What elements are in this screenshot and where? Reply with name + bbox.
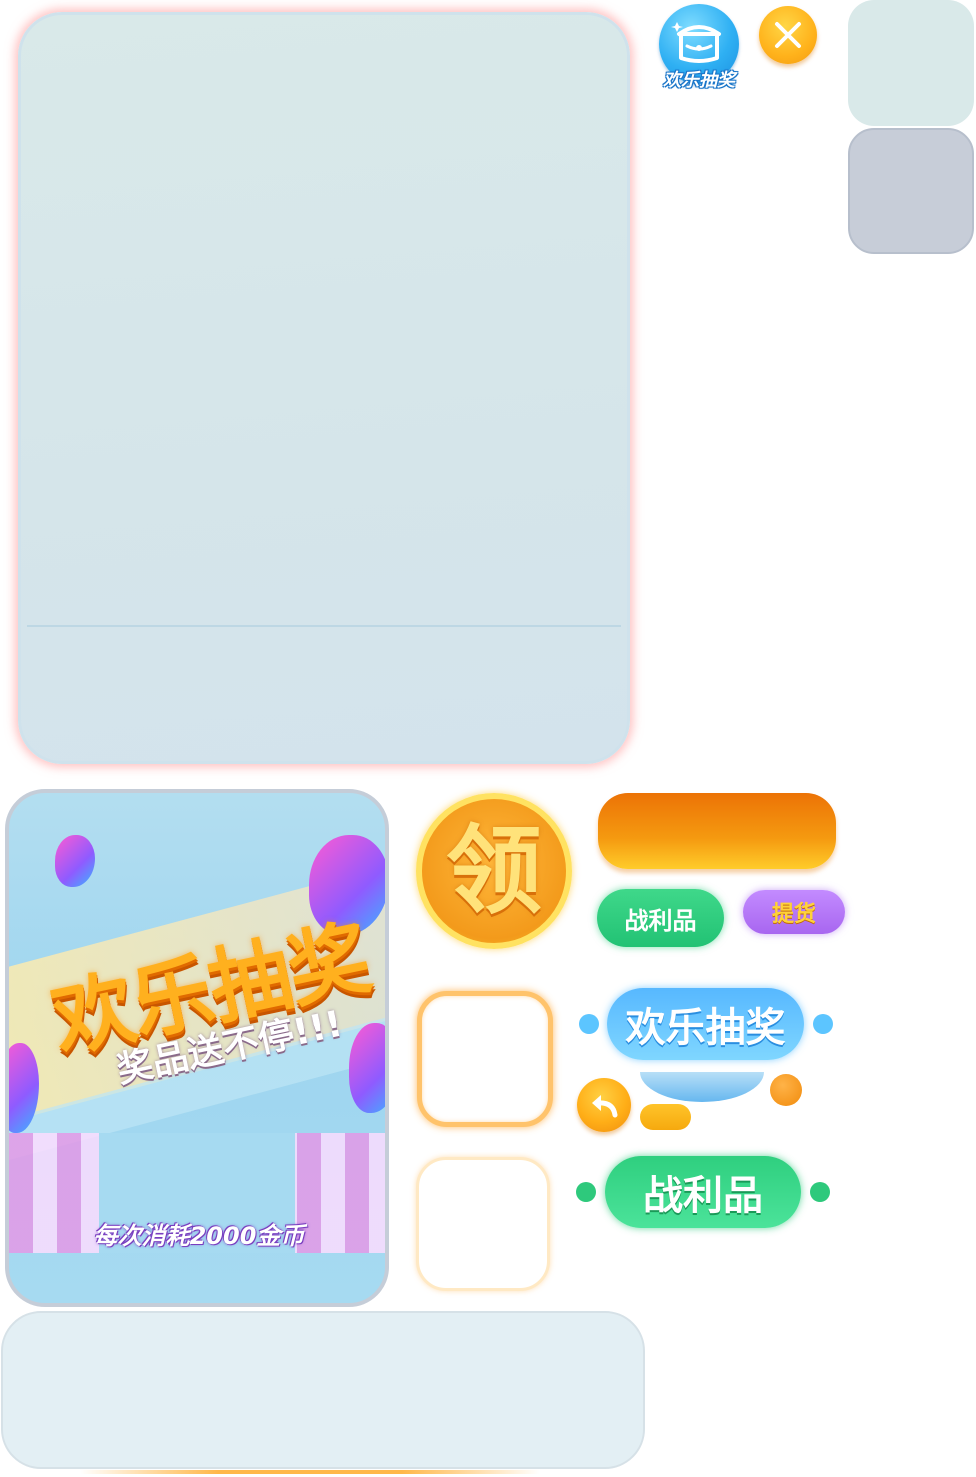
back-button[interactable] — [577, 1078, 631, 1132]
spoils-button[interactable]: 战利品 — [597, 889, 724, 947]
bowl-decoration — [640, 1072, 764, 1102]
title-dot-left — [579, 1014, 599, 1034]
item-frame[interactable] — [416, 1157, 550, 1291]
lottery-promo-card[interactable]: 欢乐抽奖 奖品送不停!!! 每次消耗2000金币 — [5, 789, 389, 1307]
back-arrow-icon — [592, 1095, 618, 1118]
title-dot-left-green — [576, 1182, 596, 1202]
tile-swatch-light — [848, 0, 974, 126]
orange-chip-decoration — [640, 1104, 691, 1130]
claim-coin-button[interactable]: 领 — [416, 793, 572, 949]
panel-divider — [27, 625, 621, 627]
title-dot-right-green — [810, 1182, 830, 1202]
promo-cost-text: 每次消耗2000金币 — [93, 1222, 305, 1250]
close-icon — [775, 22, 801, 48]
title-dot-right — [813, 1014, 833, 1034]
lottery-entry-button[interactable]: 欢乐抽奖 — [657, 2, 741, 92]
bottom-panel — [1, 1311, 645, 1469]
main-panel — [18, 12, 630, 764]
lottery-title-pill: 欢乐抽奖 — [607, 988, 804, 1060]
close-button[interactable] — [759, 6, 817, 64]
claim-coin-label: 领 — [446, 815, 542, 927]
orange-ball-decoration — [770, 1074, 802, 1106]
item-frame-selected[interactable] — [417, 991, 553, 1127]
bottom-accent-line — [80, 1470, 540, 1474]
promo-blob-top-left — [55, 835, 95, 887]
orange-action-bar[interactable] — [598, 793, 836, 869]
tile-swatch-gray — [848, 128, 974, 254]
spoils-title-pill: 战利品 — [605, 1156, 801, 1228]
lottery-badge-label: 欢乐抽奖 — [663, 70, 735, 91]
pickup-button[interactable]: 提货 — [743, 890, 845, 934]
